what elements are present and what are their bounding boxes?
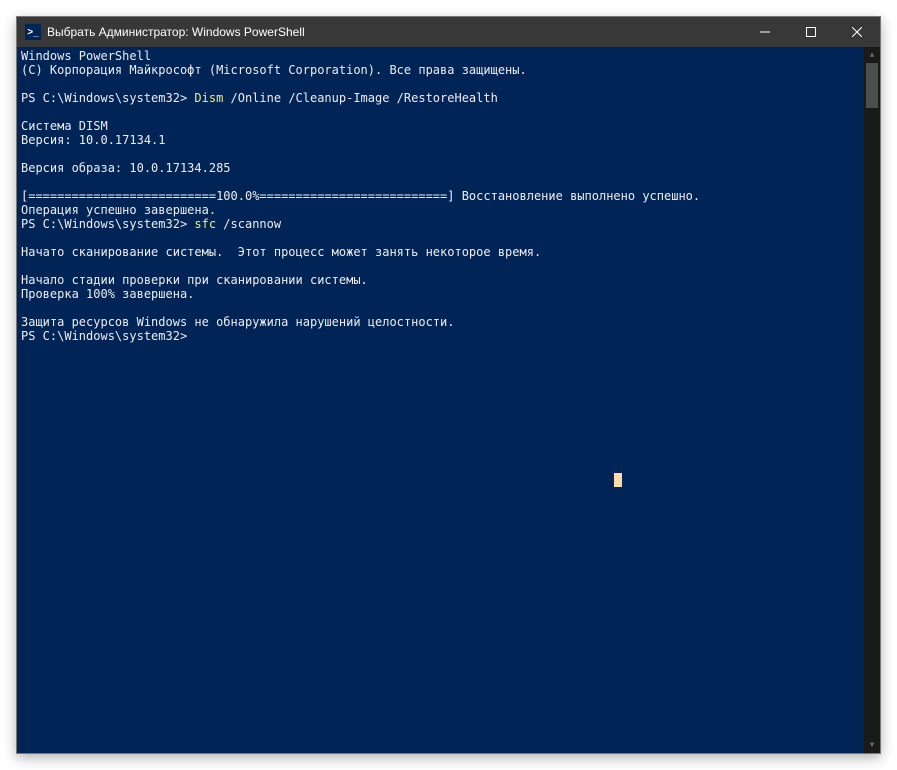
command-name: Dism [194,91,230,105]
window-title: Выбрать Администратор: Windows PowerShel… [47,25,742,39]
close-icon [852,27,862,37]
prompt-line: PS C:\Windows\system32> [21,329,864,343]
output-line: (C) Корпорация Майкрософт (Microsoft Cor… [21,63,864,77]
output-line [21,175,864,189]
powershell-window: >_ Выбрать Администратор: Windows PowerS… [16,16,881,754]
output-line [21,147,864,161]
scrollbar-track[interactable] [864,63,880,737]
window-controls [742,17,880,47]
prompt-path: PS C:\Windows\system32> [21,329,194,343]
minimize-icon [760,27,770,37]
scrollbar-thumb[interactable] [866,63,878,108]
output-line: Операция успешно завершена. [21,203,864,217]
output-line [21,301,864,315]
mouse-cursor [614,473,622,487]
terminal-area: Windows PowerShell(C) Корпорация Майкрос… [17,47,880,753]
output-line: Проверка 100% завершена. [21,287,864,301]
prompt-path: PS C:\Windows\system32> [21,91,194,105]
command-args: /scannow [223,217,281,231]
scroll-up-arrow[interactable]: ▲ [864,47,880,63]
window-titlebar[interactable]: >_ Выбрать Администратор: Windows PowerS… [17,17,880,47]
command-name: sfc [194,217,223,231]
output-line: [==========================100.0%=======… [21,189,864,203]
output-line [21,105,864,119]
close-button[interactable] [834,17,880,47]
output-line [21,231,864,245]
output-line: Версия образа: 10.0.17134.285 [21,161,864,175]
prompt-line: PS C:\Windows\system32> Dism /Online /Cl… [21,91,864,105]
vertical-scrollbar[interactable]: ▲ ▼ [864,47,880,753]
scroll-down-arrow[interactable]: ▼ [864,737,880,753]
output-line: Версия: 10.0.17134.1 [21,133,864,147]
output-line [21,77,864,91]
output-line: Начало стадии проверки при сканировании … [21,273,864,287]
prompt-path: PS C:\Windows\system32> [21,217,194,231]
prompt-line: PS C:\Windows\system32> sfc /scannow [21,217,864,231]
output-line: Cистема DISM [21,119,864,133]
minimize-button[interactable] [742,17,788,47]
maximize-icon [806,27,816,37]
maximize-button[interactable] [788,17,834,47]
output-line [21,259,864,273]
output-line: Windows PowerShell [21,49,864,63]
powershell-icon: >_ [25,24,41,40]
output-line: Начато сканирование системы. Этот процес… [21,245,864,259]
output-line: Защита ресурсов Windows не обнаружила на… [21,315,864,329]
command-args: /Online /Cleanup-Image /RestoreHealth [231,91,498,105]
terminal-output[interactable]: Windows PowerShell(C) Корпорация Майкрос… [17,47,864,753]
